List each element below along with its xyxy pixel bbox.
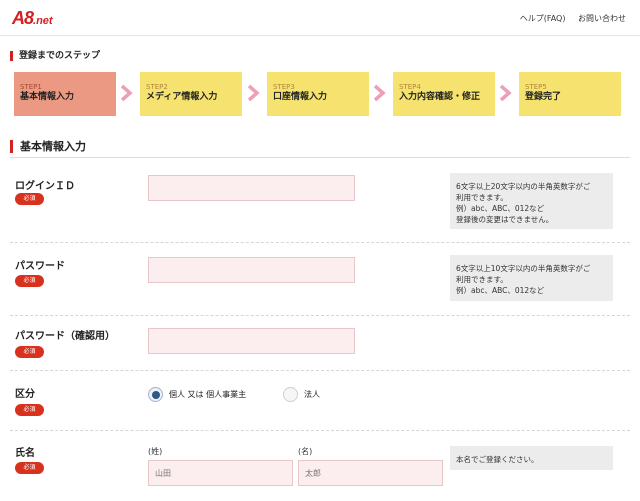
first-name-label: (名)	[298, 447, 313, 456]
first-name-input[interactable]	[298, 460, 443, 486]
help-faq-link[interactable]: ヘルプ(FAQ)	[520, 14, 566, 23]
last-name-label: (姓)	[148, 447, 163, 456]
password-input[interactable]	[148, 257, 355, 283]
logo-main: A8	[12, 8, 34, 28]
login-id-input[interactable]	[148, 175, 355, 201]
password-confirm-label: パスワード（確認用）	[15, 331, 115, 342]
chevron-right-icon	[247, 84, 260, 102]
chevron-right-icon	[499, 84, 512, 102]
category-label: 区分	[15, 389, 35, 400]
step-1-number: STEP1	[20, 83, 42, 91]
step-5-number: STEP5	[525, 83, 547, 91]
row-divider	[10, 430, 630, 431]
required-badge: 必須	[15, 193, 44, 205]
a8net-logo[interactable]: A8.net	[12, 8, 53, 29]
password-confirm-input[interactable]	[148, 328, 355, 354]
header: A8.net ヘルプ(FAQ) お問い合わせ	[0, 0, 640, 36]
steps-heading: 登録までのステップ	[10, 51, 100, 61]
radio-unchecked-icon[interactable]	[283, 387, 298, 402]
step-3: STEP3 口座情報入力	[267, 72, 369, 116]
name-label: 氏名	[15, 448, 35, 459]
contact-link[interactable]: お問い合わせ	[578, 14, 626, 23]
step-2-number: STEP2	[146, 83, 168, 91]
step-4: STEP4 入力内容確認・修正	[393, 72, 495, 116]
step-3-label: 口座情報入力	[273, 92, 328, 102]
step-4-number: STEP4	[399, 83, 421, 91]
category-option-corporation[interactable]: 法人	[283, 387, 320, 402]
last-name-input[interactable]	[148, 460, 293, 486]
password-hint: 6文字以上10文字以内の半角英数字がご 利用できます。 例）abc、ABC、01…	[450, 255, 613, 301]
step-2-label: メディア情報入力	[146, 92, 218, 102]
category-option-individual[interactable]: 個人 又は 個人事業主	[148, 387, 246, 402]
required-badge: 必須	[15, 275, 44, 287]
required-badge: 必須	[15, 462, 44, 474]
step-4-label: 入力内容確認・修正	[399, 92, 481, 102]
chevron-right-icon	[373, 84, 386, 102]
section-title: 基本情報入力	[10, 140, 86, 153]
step-2: STEP2 メディア情報入力	[140, 72, 242, 116]
step-1: STEP1 基本情報入力	[14, 72, 116, 116]
required-badge: 必須	[15, 404, 44, 416]
logo-sub: .net	[33, 15, 53, 27]
required-badge: 必須	[15, 346, 44, 358]
section-divider	[10, 157, 630, 158]
radio-checked-icon[interactable]	[148, 387, 163, 402]
category-option-corporation-label: 法人	[304, 390, 320, 399]
password-label: パスワード	[15, 261, 65, 272]
name-hint: 本名でご登録ください。	[450, 446, 613, 470]
login-id-label: ログインＩＤ	[15, 181, 75, 192]
step-5: STEP5 登録完了	[519, 72, 621, 116]
step-3-number: STEP3	[273, 83, 295, 91]
row-divider	[10, 370, 630, 371]
category-option-individual-label: 個人 又は 個人事業主	[169, 390, 247, 399]
step-5-label: 登録完了	[525, 92, 562, 102]
chevron-right-icon	[120, 84, 133, 102]
login-id-hint: 6文字以上20文字以内の半角英数字がご 利用できます。 例）abc、ABC、01…	[450, 173, 613, 229]
step-1-label: 基本情報入力	[20, 92, 75, 102]
row-divider	[10, 315, 630, 316]
header-links: ヘルプ(FAQ) お問い合わせ	[510, 13, 626, 24]
row-divider	[10, 242, 630, 243]
